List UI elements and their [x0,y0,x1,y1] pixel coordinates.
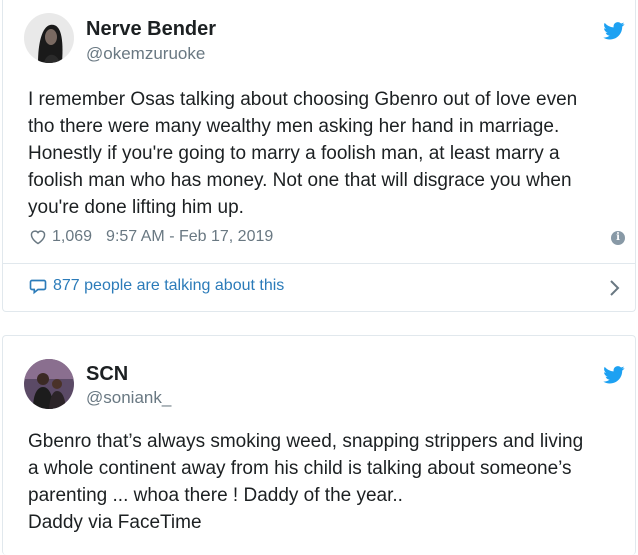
author-name[interactable]: SCN [86,363,128,386]
author-handle[interactable]: @soniank_ [86,388,171,408]
tweet-text-line: foolish man who has money. Not one that … [28,170,572,191]
twitter-bird-icon[interactable] [603,366,625,384]
divider [3,263,635,264]
speech-bubble-icon [29,279,47,294]
tweet-text-line: I remember Osas talking about choosing G… [28,89,578,110]
author-name[interactable]: Nerve Bender [86,18,216,41]
chevron-right-icon[interactable] [608,279,620,297]
tweet-text-line: you're done lifting him up. [28,197,244,218]
talking-count[interactable]: 877 people are talking about this [53,277,284,295]
conversation-link[interactable]: 877 people are talking about this [29,277,284,295]
avatar[interactable] [24,359,74,409]
info-icon[interactable]: i [611,231,625,245]
tweet-text-line: Honestly if you're going to marry a fool… [28,143,560,164]
tweet-text: Gbenro that’s always smoking weed, snapp… [28,428,628,536]
twitter-bird-icon[interactable] [603,22,625,40]
tweet-text-line: parenting ... whoa there ! Daddy of the … [28,485,403,506]
avatar[interactable] [24,13,74,63]
tweet-card: SCN @soniank_ Gbenro that’s always smoki… [2,335,636,555]
tweet-text-line: a whole continent away from his child is… [28,458,572,479]
tweet-text: I remember Osas talking about choosing G… [28,86,628,221]
tweet-text-line: Daddy via FaceTime [28,512,202,533]
tweet-text-line: tho there were many wealthy men asking h… [28,116,560,137]
like-count[interactable]: 1,069 [52,228,92,246]
tweet-card: Nerve Bender @okemzuruoke I remember Osa… [2,0,636,312]
heart-icon[interactable] [29,229,47,245]
timestamp[interactable]: 9:57 AM - Feb 17, 2019 [106,228,273,246]
author-handle[interactable]: @okemzuruoke [86,44,205,64]
tweet-meta: 1,069 9:57 AM - Feb 17, 2019 [29,228,273,246]
tweet-text-line: Gbenro that’s always smoking weed, snapp… [28,431,584,452]
